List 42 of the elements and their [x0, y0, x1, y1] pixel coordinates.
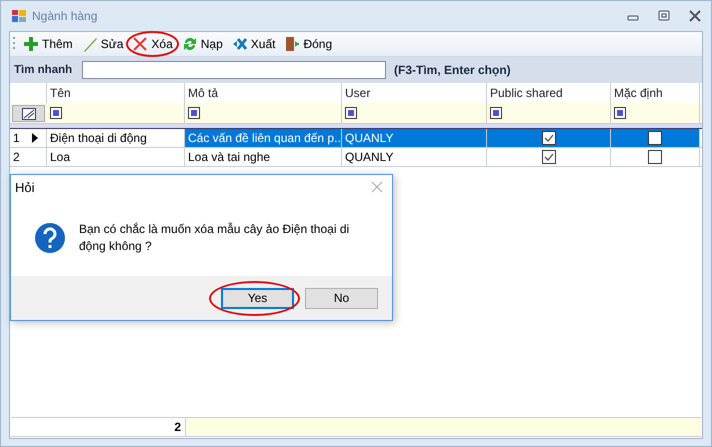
dialog-message: Bạn có chắc là muốn xóa mẫu cây ảo Điện thoại di động không ?	[79, 220, 350, 254]
export-icon	[232, 36, 248, 52]
toolbar-button[interactable]: Thêm	[21, 35, 75, 53]
filter-grid-icon	[22, 108, 36, 120]
toolbar-button[interactable]: Đóng	[282, 35, 334, 53]
toolbar-button[interactable]: Nạp	[180, 35, 225, 53]
cross-icon	[132, 36, 148, 52]
table-cell: QUANLY	[342, 129, 487, 147]
search-label: Tìm nhanh	[14, 64, 74, 76]
toolbar-button[interactable]: Xuất	[230, 35, 278, 53]
toolbar-button[interactable]: Sửa	[80, 35, 126, 53]
filter-corner-button[interactable]	[12, 105, 45, 122]
row-number: 1	[13, 130, 20, 147]
table-cell: Loa	[47, 148, 185, 166]
row-header[interactable]: 2	[10, 148, 47, 166]
filter-icon	[188, 107, 200, 119]
table-cell: Loa và tai nghe	[185, 148, 342, 166]
window-title: Ngành hàng	[32, 9, 98, 23]
table-cell: Các vấn đề liên quan đến p...	[185, 129, 342, 147]
dialog-button[interactable]: Yes	[221, 288, 294, 308]
filter-icon	[345, 107, 357, 119]
table-cell: QUANLY	[342, 148, 487, 166]
filter-icon	[490, 107, 502, 119]
search-hint: (F3-Tìm, Enter chọn)	[394, 63, 511, 77]
close-icon	[371, 181, 383, 193]
close-icon	[689, 10, 701, 22]
dialog-button[interactable]: No	[305, 288, 378, 308]
question-icon	[34, 222, 66, 254]
dialog-title: Hỏi	[15, 180, 35, 194]
app-icon	[12, 10, 26, 22]
search-field[interactable]	[82, 61, 386, 79]
pencil-icon	[82, 36, 98, 52]
door-icon	[284, 36, 300, 52]
grip-icon	[13, 36, 16, 52]
filter-icon	[614, 107, 626, 119]
table-cell: Điện thoại di động	[47, 129, 185, 147]
maximize-icon	[658, 10, 670, 22]
row-number: 2	[13, 149, 20, 166]
refresh-icon	[182, 36, 198, 52]
plus-icon	[23, 36, 39, 52]
filter-icon	[50, 107, 62, 119]
row-pointer-icon	[32, 133, 38, 143]
